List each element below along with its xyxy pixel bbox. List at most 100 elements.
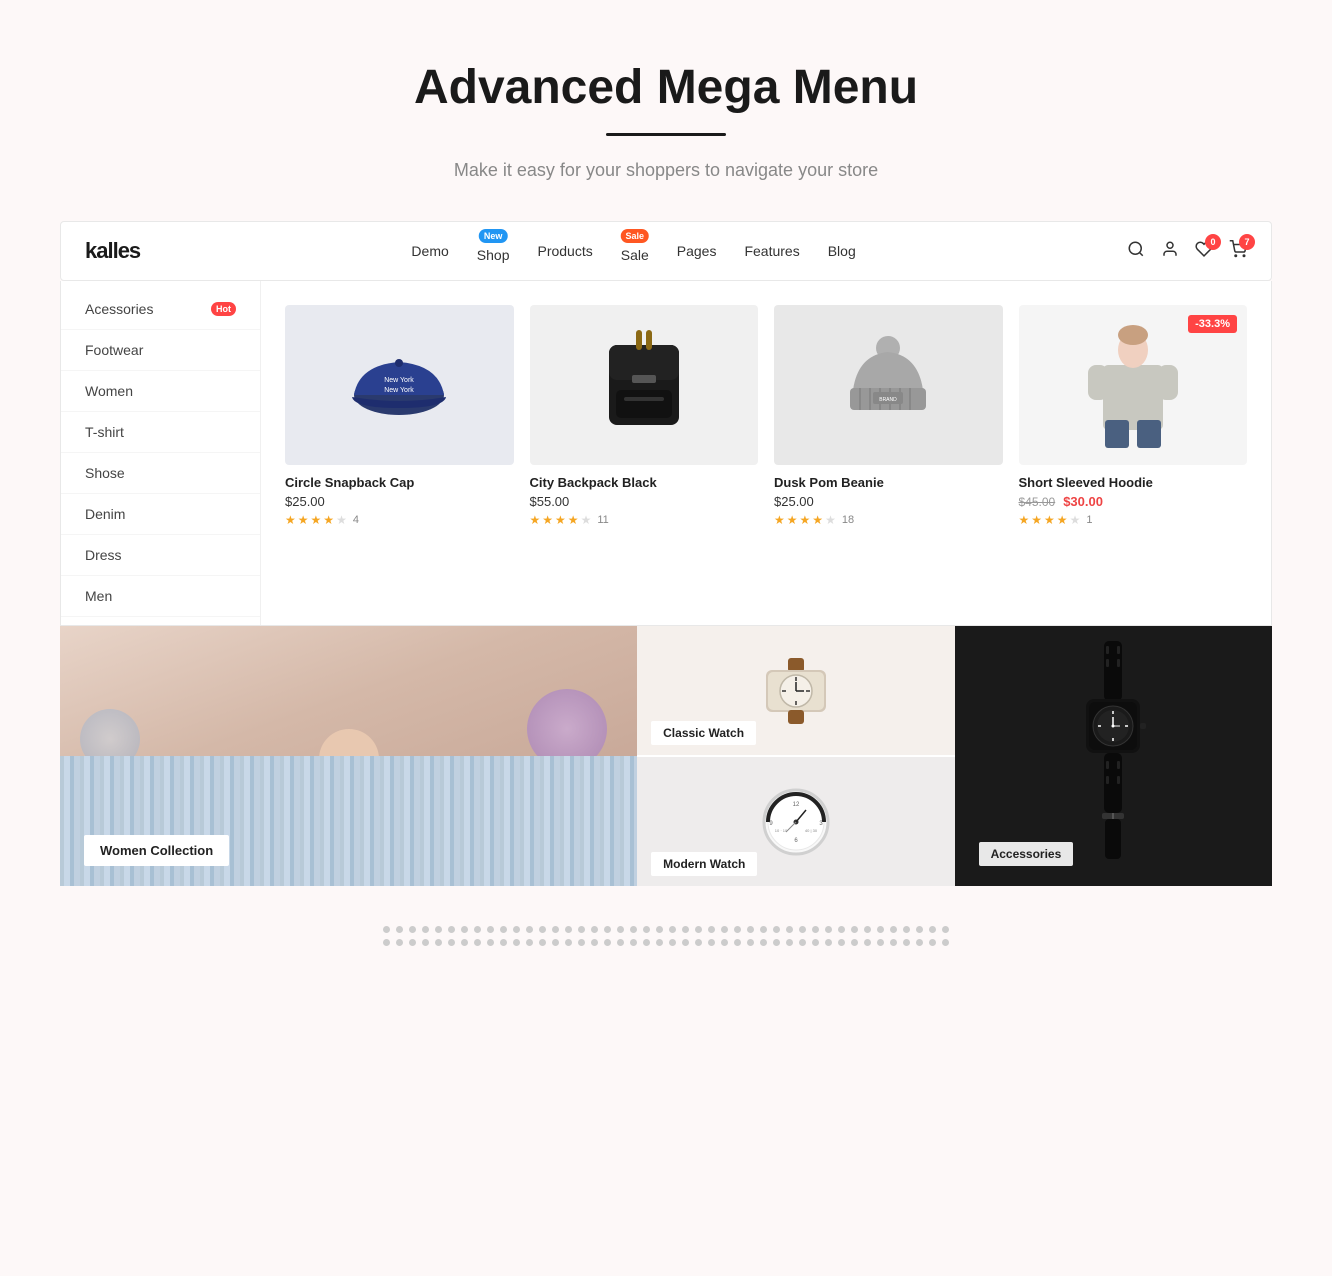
dot-pagination[interactable] xyxy=(396,939,403,946)
dot-pagination[interactable] xyxy=(435,939,442,946)
dot-pagination[interactable] xyxy=(643,926,650,933)
dot-pagination[interactable] xyxy=(682,939,689,946)
dot-pagination[interactable] xyxy=(656,939,663,946)
dot-pagination[interactable] xyxy=(630,926,637,933)
sidebar-item-shose[interactable]: Shose xyxy=(61,453,260,494)
dot-pagination[interactable] xyxy=(435,926,442,933)
banner-women-collection[interactable]: Women Collection xyxy=(60,626,637,886)
dot-pagination[interactable] xyxy=(513,926,520,933)
nav-item-products[interactable]: Products xyxy=(537,243,592,259)
banner-classic-watch[interactable]: Classic Watch xyxy=(637,626,954,757)
nav-item-demo[interactable]: Demo xyxy=(411,243,448,259)
dot-pagination[interactable] xyxy=(669,939,676,946)
dot-pagination[interactable] xyxy=(617,926,624,933)
dot-pagination[interactable] xyxy=(695,939,702,946)
dot-pagination[interactable] xyxy=(396,926,403,933)
sidebar-item-footwear[interactable]: Footwear xyxy=(61,330,260,371)
dot-pagination[interactable] xyxy=(760,926,767,933)
banner-accessories[interactable]: Accessories xyxy=(955,626,1272,886)
dot-pagination[interactable] xyxy=(721,939,728,946)
dot-pagination[interactable] xyxy=(877,939,884,946)
dot-pagination[interactable] xyxy=(409,939,416,946)
dot-pagination[interactable] xyxy=(526,926,533,933)
sidebar-item-accessories[interactable]: Acessories Hot xyxy=(61,289,260,330)
dot-pagination[interactable] xyxy=(864,926,871,933)
dot-pagination[interactable] xyxy=(786,926,793,933)
dot-pagination[interactable] xyxy=(617,939,624,946)
dot-pagination[interactable] xyxy=(799,926,806,933)
product-card-2[interactable]: BRAND Dusk Pom Beanie $25.00 ★ ★ ★ ★ ★ 1… xyxy=(774,305,1003,527)
dot-pagination[interactable] xyxy=(747,926,754,933)
dot-pagination[interactable] xyxy=(487,926,494,933)
dot-pagination[interactable] xyxy=(838,939,845,946)
dot-pagination[interactable] xyxy=(539,939,546,946)
dot-pagination[interactable] xyxy=(864,939,871,946)
dot-pagination[interactable] xyxy=(630,939,637,946)
dot-pagination[interactable] xyxy=(591,939,598,946)
dot-pagination[interactable] xyxy=(773,926,780,933)
dot-pagination[interactable] xyxy=(461,939,468,946)
dot-pagination[interactable] xyxy=(877,926,884,933)
dot-pagination[interactable] xyxy=(890,926,897,933)
dot-pagination[interactable] xyxy=(695,926,702,933)
dot-pagination[interactable] xyxy=(799,939,806,946)
nav-item-pages[interactable]: Pages xyxy=(677,243,717,259)
product-card-1[interactable]: City Backpack Black $55.00 ★ ★ ★ ★ ★ 11 xyxy=(530,305,759,527)
dot-pagination[interactable] xyxy=(669,926,676,933)
dot-pagination[interactable] xyxy=(916,926,923,933)
dot-pagination[interactable] xyxy=(825,926,832,933)
sidebar-item-dress[interactable]: Dress xyxy=(61,535,260,576)
dot-pagination[interactable] xyxy=(708,939,715,946)
nav-item-shop[interactable]: New Shop xyxy=(477,239,510,263)
dot-pagination[interactable] xyxy=(656,926,663,933)
dot-pagination[interactable] xyxy=(773,939,780,946)
dot-pagination[interactable] xyxy=(448,939,455,946)
dot-pagination[interactable] xyxy=(812,926,819,933)
dot-pagination[interactable] xyxy=(474,939,481,946)
dot-pagination[interactable] xyxy=(851,926,858,933)
dot-pagination[interactable] xyxy=(734,939,741,946)
dot-pagination[interactable] xyxy=(448,926,455,933)
dot-pagination[interactable] xyxy=(942,939,949,946)
logo[interactable]: kalles xyxy=(85,238,140,264)
dot-pagination[interactable] xyxy=(383,939,390,946)
dot-pagination[interactable] xyxy=(916,939,923,946)
search-icon[interactable] xyxy=(1127,240,1145,263)
dot-pagination[interactable] xyxy=(812,939,819,946)
dot-pagination[interactable] xyxy=(578,926,585,933)
dot-pagination[interactable] xyxy=(513,939,520,946)
dot-pagination[interactable] xyxy=(929,939,936,946)
dot-pagination[interactable] xyxy=(552,939,559,946)
dot-pagination[interactable] xyxy=(500,939,507,946)
dot-pagination[interactable] xyxy=(565,939,572,946)
user-icon[interactable] xyxy=(1161,240,1179,263)
dot-pagination[interactable] xyxy=(422,939,429,946)
dot-pagination[interactable] xyxy=(383,926,390,933)
dot-pagination[interactable] xyxy=(526,939,533,946)
sidebar-item-men[interactable]: Men xyxy=(61,576,260,617)
nav-item-blog[interactable]: Blog xyxy=(828,243,856,259)
dot-pagination[interactable] xyxy=(604,939,611,946)
dot-pagination[interactable] xyxy=(734,926,741,933)
dot-pagination[interactable] xyxy=(591,926,598,933)
nav-item-sale[interactable]: Sale Sale xyxy=(621,239,649,263)
cart-icon[interactable]: 7 xyxy=(1229,240,1247,263)
banner-modern-watch[interactable]: 12 6 9 3 10 · 10 40 | 30 Modern Watch xyxy=(637,757,954,886)
dot-pagination[interactable] xyxy=(890,939,897,946)
sidebar-item-tshirt[interactable]: T-shirt xyxy=(61,412,260,453)
dot-pagination[interactable] xyxy=(500,926,507,933)
dot-pagination[interactable] xyxy=(409,926,416,933)
dot-pagination[interactable] xyxy=(708,926,715,933)
dot-pagination[interactable] xyxy=(747,939,754,946)
dot-pagination[interactable] xyxy=(851,939,858,946)
product-card-0[interactable]: New York New York Circle Snapback Cap $2… xyxy=(285,305,514,527)
dot-pagination[interactable] xyxy=(474,926,481,933)
dot-pagination[interactable] xyxy=(604,926,611,933)
dot-pagination[interactable] xyxy=(682,926,689,933)
dot-pagination[interactable] xyxy=(903,939,910,946)
dot-pagination[interactable] xyxy=(825,939,832,946)
dot-pagination[interactable] xyxy=(539,926,546,933)
dot-pagination[interactable] xyxy=(565,926,572,933)
dot-pagination[interactable] xyxy=(461,926,468,933)
sidebar-item-denim[interactable]: Denim xyxy=(61,494,260,535)
